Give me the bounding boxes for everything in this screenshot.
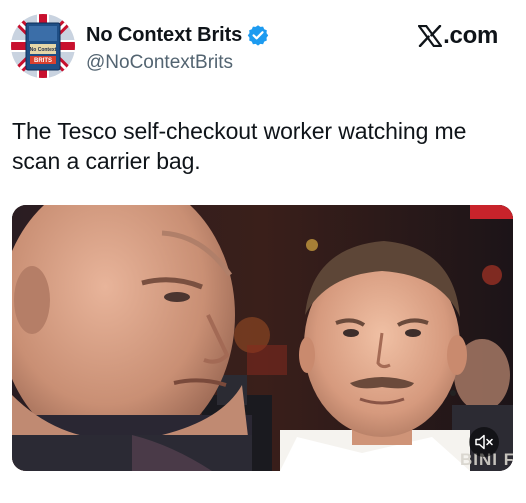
speaker-muted-icon [475,434,493,450]
x-com-label: .com [443,22,498,49]
avatar[interactable]: No Context BRITS [11,14,75,78]
book-cover-avatar-icon: No Context BRITS [11,14,75,78]
tweet-video[interactable]: BINI FIG [12,205,513,471]
x-logo-icon [418,24,443,48]
tweet-text: The Tesco self-checkout worker watching … [12,118,467,174]
author-name-row[interactable]: No Context Brits [86,22,269,48]
author-handle[interactable]: @NoContextBrits [86,52,233,74]
tweet-header: No Context BRITS No Context Brits @NoCon… [0,0,526,90]
two-boxers-stare-image: BINI FIG [12,205,513,471]
verified-badge-icon [247,24,269,46]
display-name[interactable]: No Context Brits [86,24,242,47]
x-com-brand: .com [418,22,498,50]
avatar-brand-text: BRITS [34,58,52,64]
mute-toggle-button[interactable] [469,427,499,457]
avatar-title-text: No Context [30,47,57,53]
